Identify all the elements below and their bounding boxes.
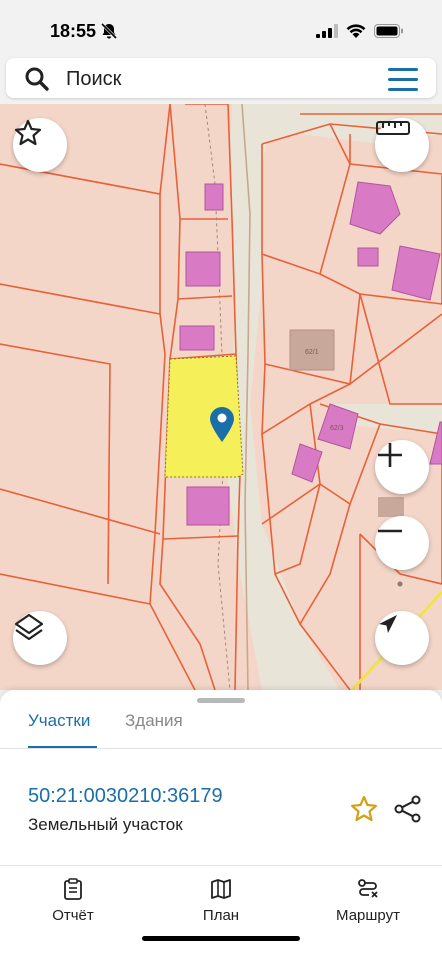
tabs-divider xyxy=(0,748,442,749)
bell-off-icon xyxy=(100,22,118,40)
plus-icon xyxy=(378,443,402,467)
wifi-icon xyxy=(346,24,366,38)
search-bar[interactable]: Поиск xyxy=(6,58,436,98)
status-time: 18:55 xyxy=(50,21,97,41)
my-location-button[interactable] xyxy=(375,611,429,665)
status-bar: 18:55 xyxy=(0,0,442,58)
tab-buildings[interactable]: Здания xyxy=(125,711,183,731)
menu-icon[interactable] xyxy=(388,68,418,91)
search-input[interactable]: Поиск xyxy=(66,68,121,91)
star-icon xyxy=(14,119,42,146)
search-icon[interactable] xyxy=(24,66,50,92)
layers-button[interactable] xyxy=(13,611,67,665)
battery-icon xyxy=(374,24,403,38)
home-indicator xyxy=(142,936,300,941)
zoom-out-button[interactable] xyxy=(375,516,429,570)
zoom-in-button[interactable] xyxy=(375,440,429,494)
share-icon[interactable] xyxy=(393,794,423,824)
tab-parcels[interactable]: Участки xyxy=(28,711,90,731)
map-label-62-1: 62/1 xyxy=(305,349,319,356)
ruler-button[interactable] xyxy=(375,118,429,172)
sheet-handle[interactable] xyxy=(197,698,245,703)
nav-route-label[interactable]: Маршрут xyxy=(318,907,418,924)
map-view[interactable]: 62/1 62/3 xyxy=(0,104,442,690)
favorite-star-icon[interactable] xyxy=(349,794,379,824)
favorite-button[interactable] xyxy=(13,118,67,172)
nav-plan-label[interactable]: План xyxy=(171,907,271,924)
nav-divider xyxy=(0,865,442,866)
map-label-62-3: 62/3 xyxy=(330,425,344,432)
map-book-icon[interactable] xyxy=(210,878,232,900)
report-icon[interactable] xyxy=(62,878,84,900)
cadastral-map[interactable]: 62/1 62/3 xyxy=(0,104,442,690)
layers-icon xyxy=(14,613,44,641)
bottom-sheet[interactable]: Участки Здания 50:21:0030210:36179 Земел… xyxy=(0,690,442,960)
minus-icon xyxy=(378,529,402,533)
signal-icon xyxy=(316,24,338,38)
ruler-icon xyxy=(376,121,410,135)
parcel-type-label: Земельный участок xyxy=(28,815,183,834)
cadastral-number-link[interactable]: 50:21:0030210:36179 xyxy=(28,785,223,808)
nav-report-label[interactable]: Отчёт xyxy=(23,907,123,924)
route-icon[interactable] xyxy=(357,878,379,900)
navigation-arrow-icon xyxy=(379,615,397,633)
